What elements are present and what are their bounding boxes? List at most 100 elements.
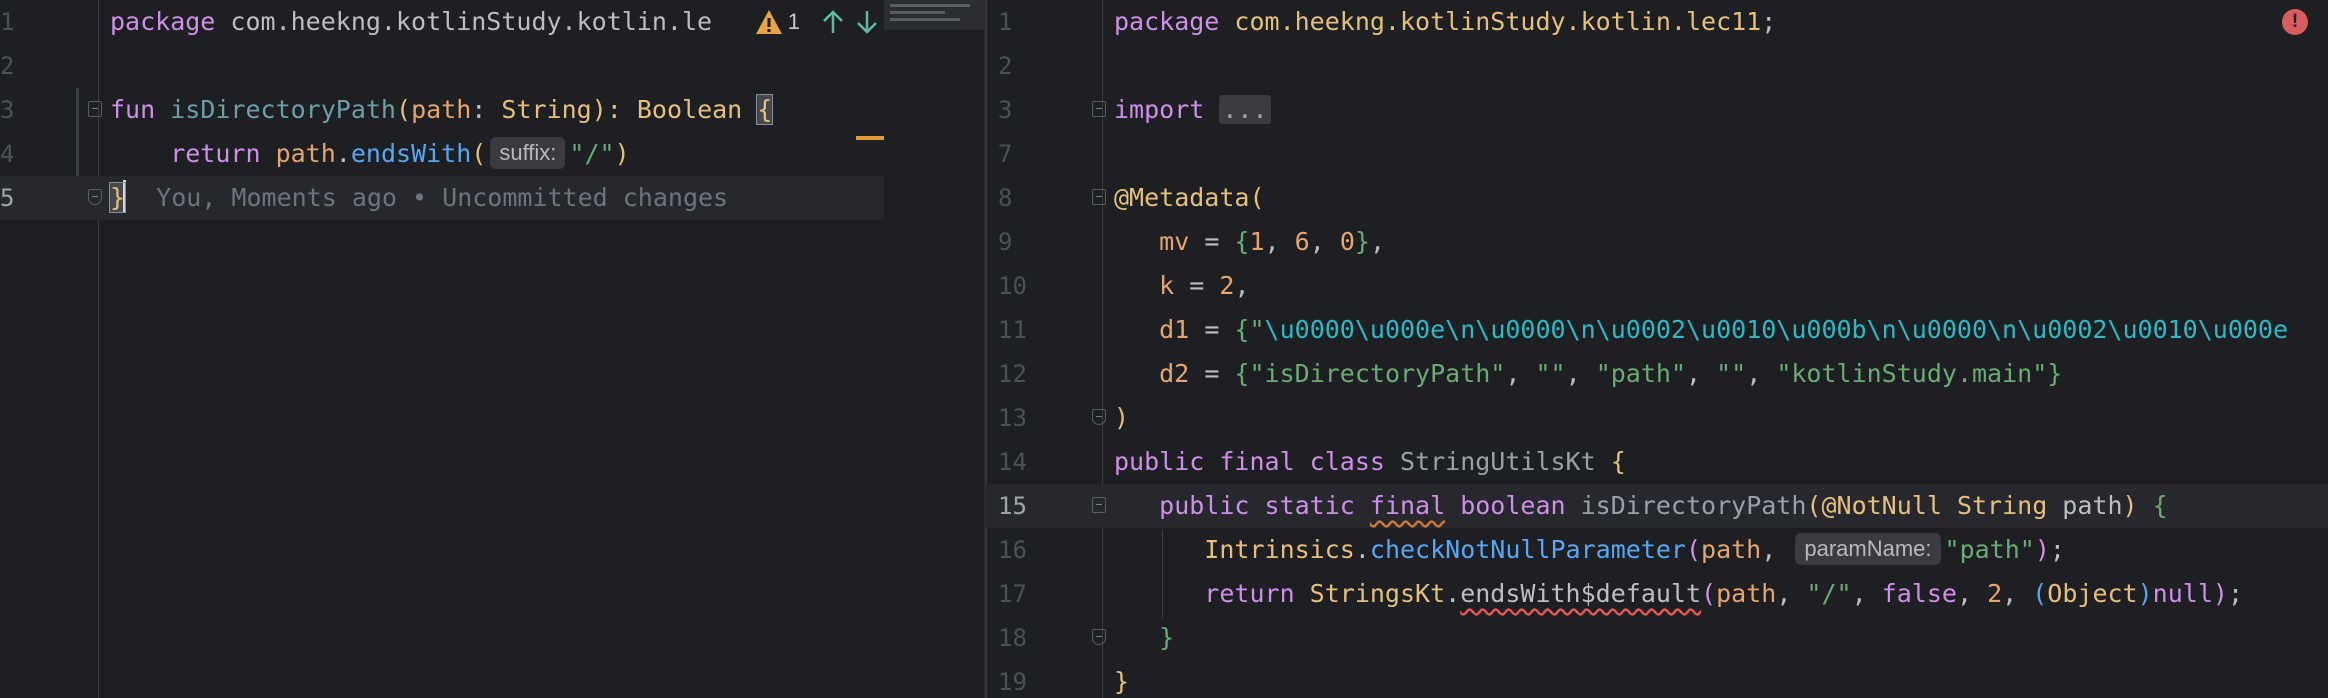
code-text[interactable]: @Metadata( bbox=[1114, 176, 1265, 220]
left-code-line[interactable]: 3 fun isDirectoryPath(path: String): Bool… bbox=[0, 88, 984, 132]
left-code-line[interactable]: 2 bbox=[0, 44, 984, 88]
right-code-line[interactable]: 10 k = 2, bbox=[986, 264, 2328, 308]
line-number[interactable]: 18 bbox=[998, 616, 1038, 660]
line-number[interactable]: 19 bbox=[998, 660, 1038, 698]
line-number[interactable]: 2 bbox=[0, 44, 40, 88]
line-number[interactable]: 2 bbox=[998, 44, 1038, 88]
line-number[interactable]: 9 bbox=[998, 220, 1038, 264]
right-code-line[interactable]: 11 d1 = {"\u0000\u000e\n\u0000\n\u0002\u… bbox=[986, 308, 2328, 352]
code-text[interactable]: } You, Moments ago • Uncommitted changes bbox=[108, 176, 728, 220]
right-code-line[interactable]: 17 return StringsKt.endsWith$default(pat… bbox=[986, 572, 2328, 616]
code-token: ) bbox=[614, 139, 630, 168]
warning-icon[interactable] bbox=[754, 8, 784, 36]
code-text[interactable]: Intrinsics.checkNotNullParameter(path, p… bbox=[1114, 528, 2065, 572]
left-editor-pane[interactable]: 1 package com.heekng.kotlinStudy.kotlin.l… bbox=[0, 0, 984, 698]
code-token: , bbox=[1776, 579, 1807, 608]
minimap-preview bbox=[884, 0, 984, 30]
code-token: "path" bbox=[1944, 535, 2035, 564]
line-number[interactable]: 15 bbox=[998, 484, 1038, 528]
code-text[interactable]: public static final boolean isDirectoryP… bbox=[1114, 484, 2168, 528]
code-token: ( bbox=[396, 95, 412, 124]
code-token: @NotNull bbox=[1821, 491, 1957, 520]
line-number[interactable]: 1 bbox=[0, 0, 40, 44]
fold-toggle-icon[interactable] bbox=[1092, 497, 1106, 513]
right-editor-pane[interactable]: 1 package com.heekng.kotlinStudy.kotlin.l… bbox=[986, 0, 2328, 698]
fold-toggle-icon[interactable] bbox=[1092, 629, 1106, 645]
line-number[interactable]: 3 bbox=[998, 88, 1038, 132]
code-token: ( bbox=[1685, 535, 1702, 564]
code-token: ) bbox=[2212, 579, 2228, 608]
code-token: return bbox=[110, 139, 276, 168]
line-number[interactable]: 11 bbox=[998, 308, 1038, 352]
code-text[interactable]: k = 2, bbox=[1114, 264, 1249, 308]
right-code-line[interactable]: 14 public final class StringUtilsKt { bbox=[986, 440, 2328, 484]
code-text[interactable]: mv = {1, 6, 0}, bbox=[1114, 220, 1385, 264]
code-text[interactable]: package com.heekng.kotlinStudy.kotlin.le… bbox=[1114, 0, 1776, 44]
error-indicator-icon[interactable]: ! bbox=[2282, 9, 2308, 35]
right-code-line[interactable]: 2 bbox=[986, 44, 2328, 88]
code-token: ( bbox=[471, 139, 487, 168]
right-code-line[interactable]: 9 mv = {1, 6, 0}, bbox=[986, 220, 2328, 264]
right-code-line[interactable]: 18 } bbox=[986, 616, 2328, 660]
code-token: public bbox=[1114, 447, 1220, 476]
right-code-line[interactable]: 3 import ... bbox=[986, 88, 2328, 132]
left-code-line[interactable]: 4 return path.endsWith(suffix: "/") bbox=[0, 132, 984, 176]
line-number[interactable]: 5 bbox=[0, 176, 40, 220]
left-minimap[interactable] bbox=[884, 0, 984, 44]
code-text[interactable]: package com.heekng.kotlinStudy.kotlin.le bbox=[110, 0, 712, 44]
fold-toggle-icon[interactable] bbox=[1092, 189, 1106, 205]
right-code-line[interactable]: 8 @Metadata( bbox=[986, 176, 2328, 220]
right-code-line[interactable]: 1 package com.heekng.kotlinStudy.kotlin.l… bbox=[986, 0, 2328, 44]
code-text[interactable]: fun isDirectoryPath(path: String): Boole… bbox=[110, 88, 774, 132]
line-number[interactable]: 12 bbox=[998, 352, 1038, 396]
code-text[interactable]: return StringsKt.endsWith$default(path, … bbox=[1114, 572, 2243, 616]
right-code-line[interactable]: 13) bbox=[986, 396, 2328, 440]
line-number[interactable]: 17 bbox=[998, 572, 1038, 616]
code-token: package bbox=[1114, 7, 1235, 36]
line-number[interactable]: 4 bbox=[0, 132, 40, 176]
right-code-line[interactable]: 19} bbox=[986, 660, 2328, 698]
fold-toggle-icon[interactable] bbox=[1092, 409, 1106, 425]
code-token: path bbox=[1716, 579, 1777, 608]
fold-toggle-icon[interactable] bbox=[88, 189, 102, 205]
code-token: , bbox=[1565, 359, 1596, 388]
code-text[interactable]: } bbox=[1114, 616, 1174, 660]
line-number[interactable]: 1 bbox=[998, 0, 1038, 44]
line-number[interactable]: 8 bbox=[998, 176, 1038, 220]
code-text[interactable]: d1 = {"\u0000\u000e\n\u0000\n\u0002\u001… bbox=[1114, 308, 2288, 352]
code-text[interactable]: ) bbox=[1114, 396, 1129, 440]
code-token: = bbox=[1189, 227, 1235, 256]
right-code-line[interactable]: 16 Intrinsics.checkNotNullParameter(path… bbox=[986, 528, 2328, 572]
code-text[interactable]: } bbox=[1114, 660, 1129, 698]
right-code-line[interactable]: 12 d2 = {"isDirectoryPath", "", "path", … bbox=[986, 352, 2328, 396]
fold-toggle-icon[interactable] bbox=[88, 101, 102, 117]
previous-highlight-arrow-up-icon[interactable] bbox=[816, 0, 850, 44]
line-number[interactable]: 3 bbox=[0, 88, 40, 132]
line-number[interactable]: 7 bbox=[998, 132, 1038, 176]
line-number[interactable]: 14 bbox=[998, 440, 1038, 484]
code-text[interactable]: import ... bbox=[1114, 88, 1271, 132]
code-token: . bbox=[1445, 579, 1461, 608]
code-token: } bbox=[1354, 227, 1370, 256]
code-token: , bbox=[1505, 359, 1536, 388]
code-token: boolean bbox=[1460, 491, 1581, 520]
line-number[interactable]: 16 bbox=[998, 528, 1038, 572]
code-token: "kotlinStudy.main" bbox=[1776, 359, 2048, 388]
code-token: public bbox=[1114, 491, 1265, 520]
right-code-line[interactable]: 15 public static final boolean isDirecto… bbox=[986, 484, 2328, 528]
code-token: , bbox=[1264, 227, 1295, 256]
code-token: "path" bbox=[1595, 359, 1686, 388]
line-number[interactable]: 13 bbox=[998, 396, 1038, 440]
code-token: d2 bbox=[1114, 359, 1190, 388]
line-number[interactable]: 10 bbox=[998, 264, 1038, 308]
right-code-line[interactable]: 7 bbox=[986, 132, 2328, 176]
next-highlight-arrow-down-icon[interactable] bbox=[850, 0, 884, 44]
code-token: ; bbox=[1761, 7, 1777, 36]
code-text[interactable]: d2 = {"isDirectoryPath", "", "path", "",… bbox=[1114, 352, 2062, 396]
code-text[interactable]: return path.endsWith(suffix: "/") bbox=[110, 132, 630, 176]
code-text[interactable]: public final class StringUtilsKt { bbox=[1114, 440, 1626, 484]
fold-toggle-icon[interactable] bbox=[1092, 101, 1106, 117]
warning-count[interactable]: 1 bbox=[788, 9, 800, 35]
left-code-line[interactable]: 5 } You, Moments ago • Uncommitted change… bbox=[0, 176, 884, 220]
code-token: String bbox=[1956, 491, 2063, 520]
